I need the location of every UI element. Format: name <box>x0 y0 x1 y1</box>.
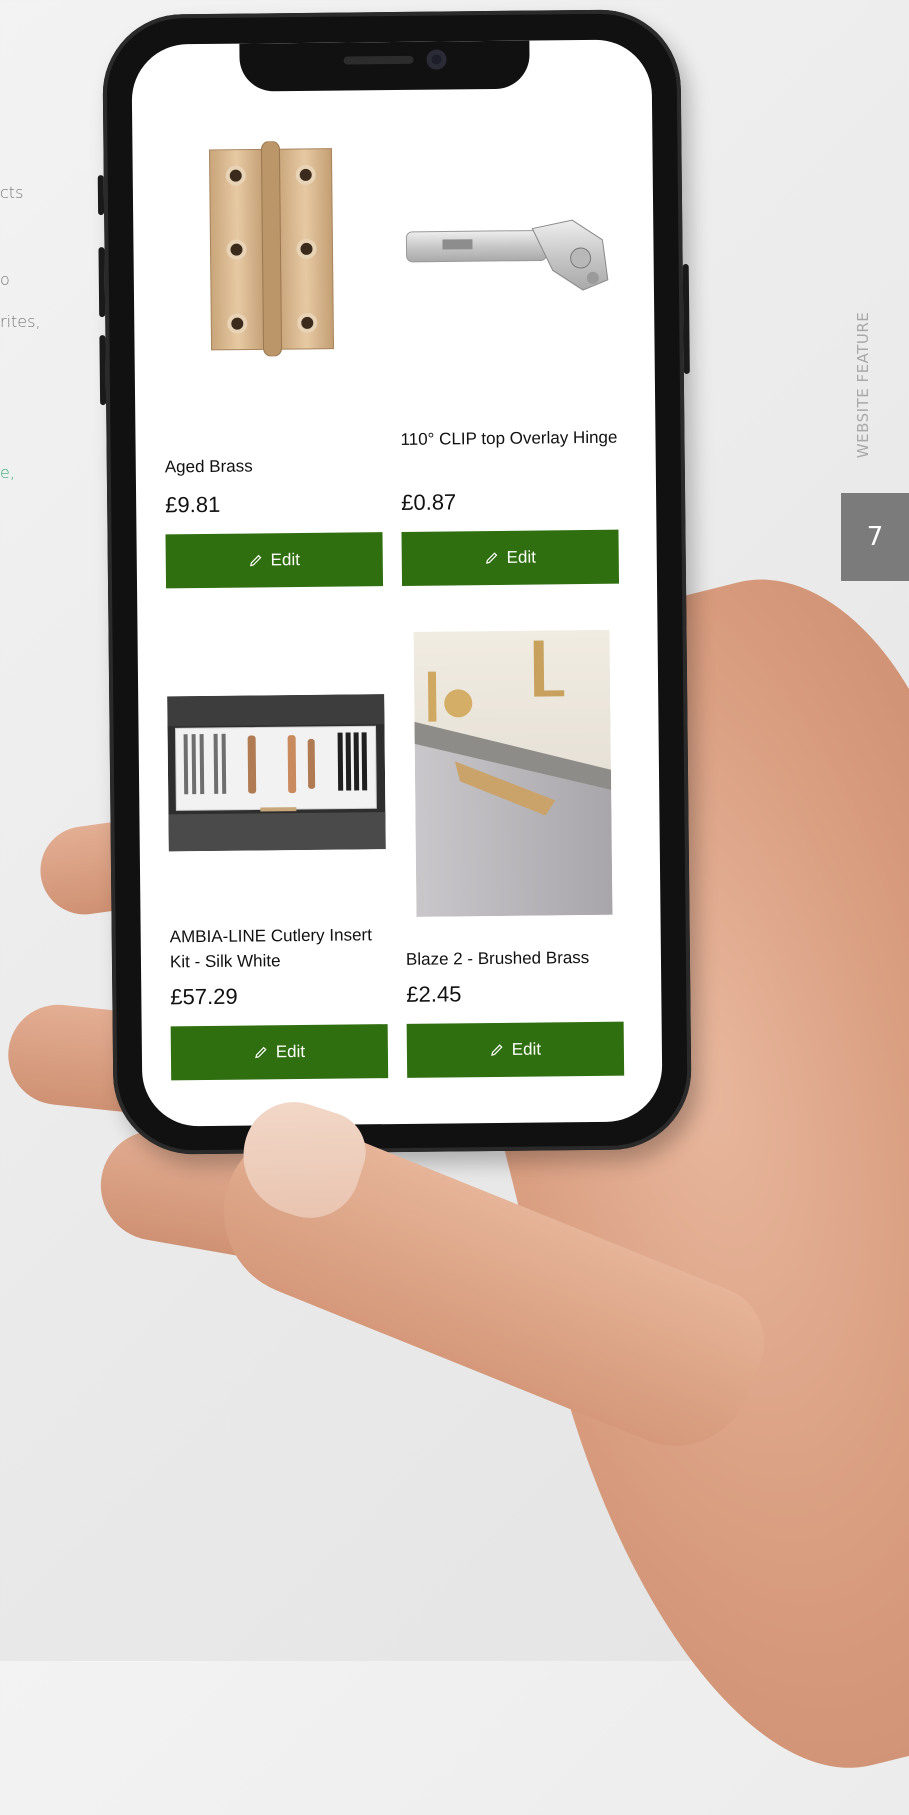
phone-side-button <box>97 175 105 216</box>
product-name: 110° CLIP top Overlay Hinge <box>400 427 618 449</box>
product-card: Aged Brass £9.81 Edit <box>160 42 384 604</box>
phone-side-button <box>98 247 106 318</box>
pencil-icon <box>249 554 262 567</box>
edit-button-label: Edit <box>511 1039 542 1059</box>
edit-button[interactable]: Edit <box>401 529 620 586</box>
pencil-icon <box>491 1044 503 1056</box>
cutlery-insert-image <box>167 694 386 852</box>
product-image-blaze-handle[interactable] <box>403 629 623 917</box>
brass-handle-image <box>413 629 612 917</box>
margin-text-1: cts <box>0 183 24 202</box>
product-image-cutlery-insert[interactable] <box>167 694 386 852</box>
product-price: £2.45 <box>406 981 462 1007</box>
phone-side-button <box>682 263 690 374</box>
product-name: Aged Brass <box>164 456 253 477</box>
margin-text-2: o <box>0 270 10 289</box>
product-image-clip-hinge[interactable] <box>398 200 616 312</box>
margin-text-3: rites, <box>0 312 41 331</box>
edit-button-label: Edit <box>275 1041 306 1062</box>
margin-text-accent: e, <box>0 463 15 482</box>
edit-button[interactable]: Edit <box>406 1021 625 1078</box>
product-grid: Aged Brass £9.81 Edit 110° CLIP top Over… <box>160 40 636 1127</box>
pencil-icon <box>485 552 498 564</box>
phone-screen: Aged Brass £9.81 Edit 110° CLIP top Over… <box>131 39 663 1127</box>
product-price: £57.29 <box>170 983 238 1010</box>
product-price: £0.87 <box>401 489 457 515</box>
section-label: WEBSITE FEATURE <box>848 305 878 465</box>
phone-frame: Aged Brass £9.81 Edit 110° CLIP top Over… <box>97 9 692 1155</box>
edit-button[interactable]: Edit <box>170 1024 389 1081</box>
product-name: AMBIA-LINE Cutlery Insert Kit - Silk Whi… <box>169 925 372 972</box>
brass-hinge-image <box>208 140 334 357</box>
edit-button-label: Edit <box>270 550 300 570</box>
product-card: 110° CLIP top Overlay Hinge £0.87 Edit <box>396 40 620 602</box>
product-price: £9.81 <box>165 491 221 518</box>
clip-hinge-image <box>405 219 608 291</box>
product-name: Blaze 2 - Brushed Brass <box>405 948 590 969</box>
phone-side-button <box>99 335 107 406</box>
product-card: Blaze 2 - Brushed Brass £2.45 Edit <box>402 600 625 1122</box>
product-card: AMBIA-LINE Cutlery Insert Kit - Silk Whi… <box>166 602 389 1124</box>
edit-button[interactable]: Edit <box>165 532 384 589</box>
pencil-icon <box>255 1046 267 1059</box>
section-label-text: WEBSITE FEATURE <box>854 311 872 459</box>
page-number-badge: 7 <box>841 493 909 581</box>
edit-button-label: Edit <box>506 547 536 567</box>
product-image-aged-brass[interactable] <box>161 132 380 364</box>
